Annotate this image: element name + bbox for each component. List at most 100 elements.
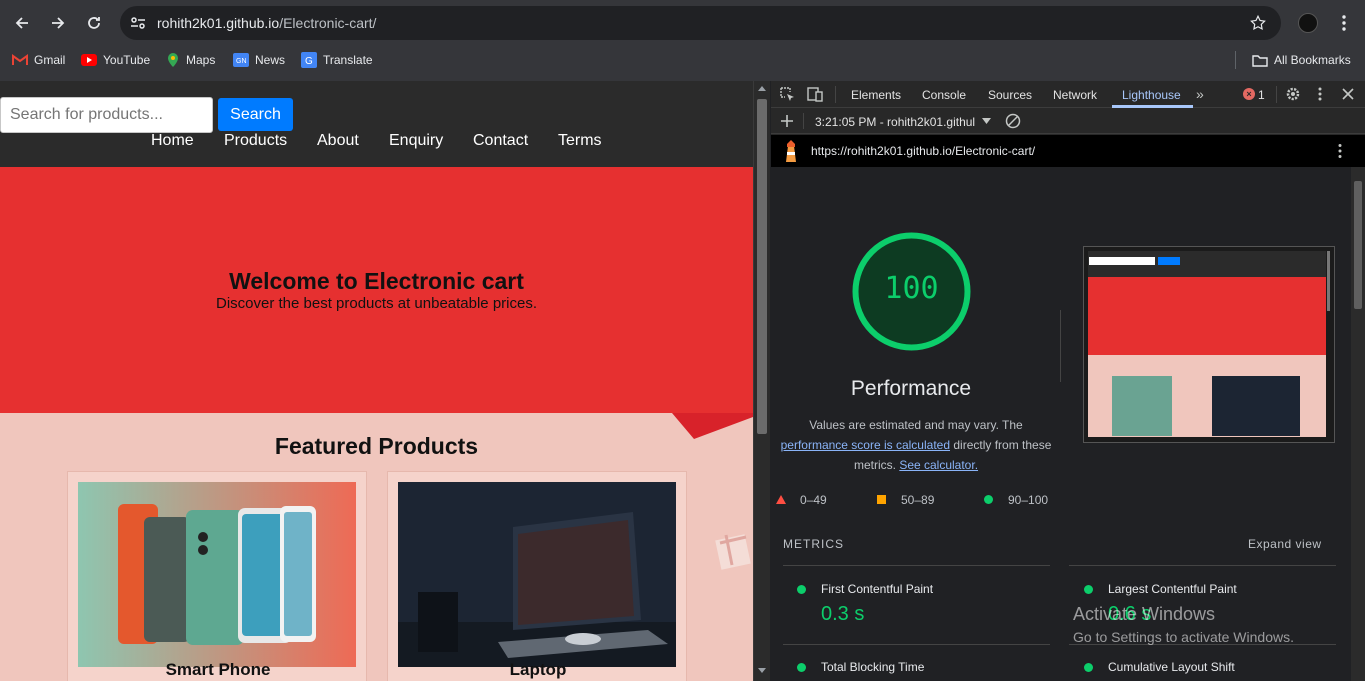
report-menu-icon[interactable] bbox=[1337, 143, 1343, 159]
nav-enquiry[interactable]: Enquiry bbox=[389, 132, 443, 150]
scroll-down-icon[interactable] bbox=[758, 668, 766, 674]
divider bbox=[1069, 565, 1336, 566]
product-card-laptop[interactable]: Laptop bbox=[387, 471, 687, 681]
fail-triangle-icon bbox=[776, 495, 786, 504]
tab-lighthouse[interactable]: Lighthouse bbox=[1122, 88, 1181, 102]
divider bbox=[783, 565, 1050, 566]
devtools-menu-icon[interactable] bbox=[1317, 87, 1323, 101]
bookmark-gmail[interactable]: Gmail bbox=[12, 52, 65, 68]
legend-pass: 90–100 bbox=[1008, 493, 1049, 507]
forward-button[interactable] bbox=[46, 11, 70, 35]
see-calculator-link[interactable]: See calculator. bbox=[899, 458, 978, 472]
metric-name: Largest Contentful Paint bbox=[1108, 582, 1237, 596]
tab-console[interactable]: Console bbox=[922, 88, 966, 102]
scrollbar-thumb[interactable] bbox=[1354, 181, 1362, 309]
scrollbar-thumb[interactable] bbox=[757, 99, 767, 434]
settings-gear-icon[interactable] bbox=[1285, 86, 1301, 102]
report-scrollbar[interactable] bbox=[1351, 167, 1365, 681]
activate-windows-title: Activate Windows bbox=[1073, 604, 1216, 624]
devtools-tabbar: Elements Console Sources Network Lightho… bbox=[771, 81, 1365, 108]
activate-windows-subtitle: Go to Settings to activate Windows. bbox=[1073, 629, 1294, 645]
tab-network[interactable]: Network bbox=[1053, 88, 1097, 102]
bookmark-translate[interactable]: G Translate bbox=[301, 52, 373, 68]
clear-icon[interactable] bbox=[1005, 113, 1021, 129]
pass-circle-icon bbox=[984, 495, 993, 504]
metric-value: 0.3 s bbox=[821, 603, 865, 625]
close-icon[interactable] bbox=[1342, 88, 1354, 100]
more-tabs-icon[interactable]: » bbox=[1196, 86, 1204, 102]
note-text: metrics. bbox=[853, 458, 896, 472]
pass-dot-icon bbox=[797, 663, 806, 672]
bookmark-youtube[interactable]: YouTube bbox=[81, 52, 150, 68]
legend-fail: 0–49 bbox=[800, 493, 827, 507]
back-button[interactable] bbox=[10, 11, 34, 35]
error-count[interactable]: 1 bbox=[1258, 88, 1265, 102]
note-text: directly from these bbox=[953, 438, 1052, 452]
thumb-laptop-image bbox=[1212, 376, 1300, 436]
product-image-laptop bbox=[398, 482, 676, 667]
final-screenshot-thumbnail[interactable] bbox=[1083, 246, 1335, 443]
page-scrollbar[interactable] bbox=[753, 81, 770, 681]
metric-name: First Contentful Paint bbox=[821, 582, 934, 596]
profile-avatar[interactable] bbox=[1298, 13, 1318, 33]
nav-products[interactable]: Products bbox=[224, 132, 287, 150]
bookmark-label: YouTube bbox=[103, 53, 151, 67]
product-title: Laptop bbox=[509, 660, 567, 679]
kebab-menu-icon[interactable] bbox=[1337, 14, 1351, 32]
bookmark-label: Gmail bbox=[34, 53, 66, 67]
scroll-up-icon[interactable] bbox=[758, 85, 766, 91]
expand-view-button[interactable]: Expand view bbox=[1248, 537, 1322, 551]
lighthouse-logo-icon bbox=[786, 140, 796, 162]
thumb-hero bbox=[1088, 277, 1326, 355]
tab-elements[interactable]: Elements bbox=[851, 88, 901, 102]
plus-icon[interactable] bbox=[780, 114, 794, 128]
gift-decoration bbox=[715, 534, 751, 570]
thumb-search bbox=[1089, 257, 1155, 265]
web-page-viewport: Search Home Products About Enquiry Conta… bbox=[0, 81, 753, 681]
all-bookmarks-label: All Bookmarks bbox=[1274, 53, 1351, 67]
product-image-phone bbox=[78, 482, 356, 667]
star-icon[interactable] bbox=[1249, 14, 1267, 32]
all-bookmarks-button[interactable]: All Bookmarks bbox=[1252, 52, 1351, 68]
report-url-bar: https://rohith2k01.github.io/Electronic-… bbox=[771, 135, 1365, 167]
nav-terms[interactable]: Terms bbox=[558, 132, 602, 150]
svg-text:G: G bbox=[305, 56, 313, 67]
report-url[interactable]: https://rohith2k01.github.io/Electronic-… bbox=[811, 144, 1035, 158]
product-card-phone[interactable]: Smart Phone bbox=[67, 471, 367, 681]
thumb-button bbox=[1158, 257, 1180, 265]
average-square-icon bbox=[877, 495, 886, 504]
gmail-icon bbox=[12, 54, 28, 65]
address-bar[interactable]: rohith2k01.github.io/Electronic-cart/ bbox=[120, 6, 1281, 40]
divider bbox=[783, 644, 1050, 645]
search-button[interactable]: Search bbox=[218, 98, 293, 131]
reload-button[interactable] bbox=[82, 11, 106, 35]
maps-icon bbox=[168, 53, 178, 67]
site-info-icon[interactable] bbox=[130, 16, 146, 30]
pass-dot-icon bbox=[797, 585, 806, 594]
chevron-down-icon[interactable] bbox=[982, 118, 991, 124]
error-icon[interactable]: × bbox=[1243, 88, 1255, 100]
youtube-icon bbox=[81, 54, 97, 66]
device-toggle-icon[interactable] bbox=[807, 87, 823, 102]
score-calculated-link[interactable]: performance score is calculated bbox=[781, 438, 950, 452]
bookmark-maps[interactable]: Maps bbox=[166, 52, 215, 68]
nav-home[interactable]: Home bbox=[151, 132, 194, 150]
news-icon: GN bbox=[233, 53, 249, 67]
url-text: rohith2k01.github.io/Electronic-cart/ bbox=[157, 15, 377, 31]
divider bbox=[1276, 86, 1277, 103]
tab-sources[interactable]: Sources bbox=[988, 88, 1032, 102]
divider bbox=[1235, 51, 1236, 69]
divider bbox=[835, 86, 836, 103]
nav-contact[interactable]: Contact bbox=[473, 132, 528, 150]
nav-about[interactable]: About bbox=[317, 132, 359, 150]
inspect-icon[interactable] bbox=[780, 87, 795, 102]
pass-dot-icon bbox=[1084, 585, 1093, 594]
search-input[interactable] bbox=[0, 97, 213, 133]
divider bbox=[803, 113, 804, 129]
arrow-right-icon bbox=[52, 17, 65, 29]
legend-average: 50–89 bbox=[901, 493, 935, 507]
thumb-phone-image bbox=[1112, 376, 1172, 436]
product-title: Smart Phone bbox=[165, 660, 271, 679]
report-selector[interactable]: 3:21:05 PM - rohith2k01.githul bbox=[815, 115, 975, 129]
bookmark-news[interactable]: GN News bbox=[233, 52, 285, 68]
